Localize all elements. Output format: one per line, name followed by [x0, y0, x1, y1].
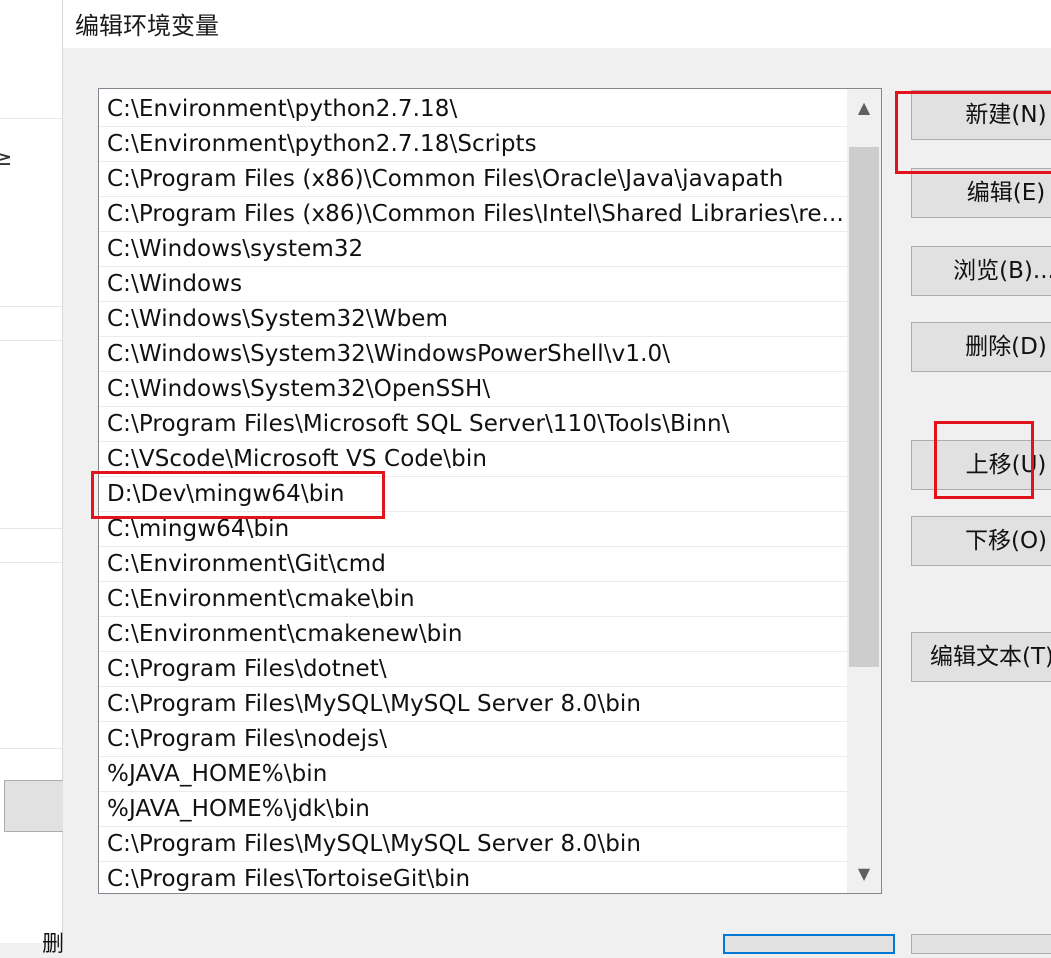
path-list-item[interactable]: C:\Environment\python2.7.18\: [99, 92, 847, 127]
path-list-item[interactable]: C:\Program Files (x86)\Common Files\Inte…: [99, 197, 847, 232]
path-list-item[interactable]: C:\Windows\System32\Wbem: [99, 302, 847, 337]
background-bottom-text: 删: [42, 932, 65, 957]
new-button-label: 新建(N): [965, 102, 1047, 128]
path-list-item[interactable]: C:\Environment\cmakenew\bin: [99, 617, 847, 652]
path-list-item[interactable]: %JAVA_HOME%\bin: [99, 757, 847, 792]
path-list-item[interactable]: C:\Environment\Git\cmd: [99, 547, 847, 582]
path-list-item[interactable]: C:\mingw64\bin: [99, 512, 847, 547]
divider: [0, 306, 62, 307]
divider: [0, 562, 62, 563]
edit-button-label: 编辑(E): [966, 180, 1046, 206]
divider: [0, 528, 62, 529]
browse-button-label: 浏览(B)...: [953, 258, 1051, 284]
path-list-item[interactable]: C:\Program Files\Microsoft SQL Server\11…: [99, 407, 847, 442]
path-list-item[interactable]: C:\Program Files\nodejs\: [99, 722, 847, 757]
delete-button[interactable]: 删除(D): [911, 322, 1051, 372]
delete-button-label: 删除(D): [965, 334, 1047, 360]
path-list-item[interactable]: C:\Environment\python2.7.18\Scripts: [99, 127, 847, 162]
ok-button[interactable]: [723, 934, 895, 954]
scroll-thumb[interactable]: [849, 147, 879, 667]
path-list-item[interactable]: C:\Environment\cmake\bin: [99, 582, 847, 617]
path-list: C:\Environment\python2.7.18\ C:\Environme…: [99, 92, 847, 893]
move-up-button-label: 上移(U): [965, 452, 1047, 478]
move-down-button[interactable]: 下移(O): [911, 516, 1051, 566]
background-button[interactable]: [4, 780, 63, 832]
vertical-scrollbar[interactable]: ▲ ▼: [847, 89, 881, 893]
scroll-down-icon[interactable]: ▼: [847, 857, 881, 891]
path-list-item[interactable]: C:\Program Files\MySQL\MySQL Server 8.0\…: [99, 687, 847, 722]
divider: [0, 748, 62, 749]
path-list-item[interactable]: C:\Windows\System32\OpenSSH\: [99, 372, 847, 407]
path-list-item[interactable]: C:\Program Files\MySQL\MySQL Server 8.0\…: [99, 827, 847, 862]
path-list-box[interactable]: C:\Environment\python2.7.18\ C:\Environme…: [98, 88, 882, 894]
background-text: ≥: [0, 146, 13, 171]
dialog-title: 编辑环境变量: [75, 12, 219, 40]
path-list-item[interactable]: C:\Program Files (x86)\Common Files\Orac…: [99, 162, 847, 197]
path-list-item[interactable]: %JAVA_HOME%\jdk\bin: [99, 792, 847, 827]
scroll-up-icon[interactable]: ▲: [847, 91, 881, 125]
cancel-button[interactable]: [911, 934, 1051, 954]
browse-button[interactable]: 浏览(B)...: [911, 246, 1051, 296]
divider: [0, 340, 62, 341]
move-down-button-label: 下移(O): [964, 528, 1048, 554]
background-window: ≥ 删: [0, 0, 64, 957]
edit-environment-variable-dialog: 编辑环境变量 C:\Environment\python2.7.18\ C:\En…: [63, 0, 1051, 954]
title-bar[interactable]: 编辑环境变量: [63, 0, 1051, 48]
edit-button[interactable]: 编辑(E): [911, 168, 1051, 218]
edit-text-button-label: 编辑文本(T): [930, 644, 1051, 670]
path-list-item[interactable]: C:\Program Files\dotnet\: [99, 652, 847, 687]
path-list-item[interactable]: D:\Dev\mingw64\bin: [99, 477, 847, 512]
path-list-item[interactable]: C:\VScode\Microsoft VS Code\bin: [99, 442, 847, 477]
path-list-item[interactable]: C:\Windows: [99, 267, 847, 302]
path-list-item[interactable]: C:\Windows\System32\WindowsPowerShell\v1…: [99, 337, 847, 372]
path-list-item[interactable]: C:\Windows\system32: [99, 232, 847, 267]
edit-text-button[interactable]: 编辑文本(T): [911, 632, 1051, 682]
divider: [0, 118, 62, 119]
path-list-item[interactable]: C:\Program Files\TortoiseGit\bin: [99, 862, 847, 893]
new-button[interactable]: 新建(N): [911, 90, 1051, 140]
move-up-button[interactable]: 上移(U): [911, 440, 1051, 490]
